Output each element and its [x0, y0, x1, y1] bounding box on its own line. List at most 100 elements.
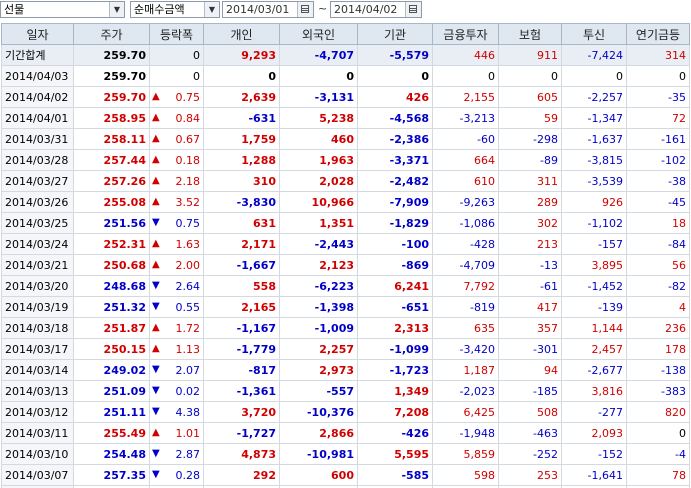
pension-fund-cell: -45 [626, 191, 690, 213]
column-header[interactable]: 주가 [73, 23, 150, 45]
table-row[interactable]: 2014/03/12 251.11 ▼ 4.38 3,720 -10,376 7,208 6,… [1, 401, 690, 423]
table-row[interactable]: 2014/03/21 250.68 ▲ 2.00 -1,667 2,123 -869 -4,7… [1, 254, 690, 276]
table-row[interactable]: 2014/03/19 251.32 ▼ 0.55 2,165 -1,398 -651 -819… [1, 296, 690, 318]
table-row[interactable]: 2014/03/26 255.08 ▲ 3.52 -3,830 10,966 -7,909-… [1, 191, 690, 213]
column-header[interactable]: 등락폭 [149, 23, 204, 45]
change-cell: ▲ 1.13 [149, 338, 204, 360]
table-row[interactable]: 기간합계 259.70 0 9,293 -4,707 -5,579 446 911 -7,424… [1, 44, 690, 66]
foreign-cell: 2,123 [279, 254, 358, 276]
financial-investment-cell: 664 [432, 149, 499, 171]
calendar-icon[interactable] [297, 2, 313, 17]
change-value: 2.64 [175, 279, 201, 293]
change-value: 3.52 [175, 195, 201, 209]
pension-fund-cell: -35 [626, 86, 690, 108]
table-row[interactable]: 2014/03/24 252.31 ▲ 1.63 2,171 -2,443 -100 -428… [1, 233, 690, 255]
financial-investment-cell: -3,420 [432, 338, 499, 360]
price-cell: 258.95 [73, 107, 150, 129]
change-value: 1.63 [175, 237, 201, 251]
table-row[interactable]: 2014/03/25 251.56 ▼ 0.75 631 1,351 -1,829 -1,08… [1, 212, 690, 234]
pension-fund-cell: -4 [626, 443, 690, 465]
column-header[interactable]: 개인 [203, 23, 280, 45]
insurance-cell: 311 [498, 170, 562, 192]
table-row[interactable]: 2014/03/28 257.44 ▲ 0.18 1,288 1,963 -3,371 664… [1, 149, 690, 171]
investment-trust-cell: -1,347 [561, 107, 627, 129]
institution-cell: 0 [357, 65, 433, 87]
institution-cell: -869 [357, 254, 433, 276]
table-row[interactable]: 2014/03/07 257.35 ▼ 0.28 292 600 -585 598 253 -1,… [1, 464, 690, 486]
column-header[interactable]: 투신 [561, 23, 627, 45]
individual-cell: -817 [203, 359, 280, 381]
column-header[interactable]: 일자 [1, 23, 74, 45]
foreign-cell: 600 [279, 464, 358, 486]
change-value: 1.01 [175, 426, 201, 440]
calendar-icon[interactable] [405, 2, 421, 17]
date-to-field[interactable]: 2014/04/02 [330, 1, 422, 18]
column-header[interactable]: 기관 [357, 23, 433, 45]
price-cell: 257.26 [73, 170, 150, 192]
change-value: 0.84 [175, 111, 201, 125]
date-cell: 2014/03/27 [1, 170, 74, 192]
table-row[interactable]: 2014/04/02 259.70 ▲ 0.75 2,639 -3,131 426 2,155… [1, 86, 690, 108]
table-row[interactable]: 2014/03/14 249.02 ▼ 2.07 -817 2,973 -1,723 1,18… [1, 359, 690, 381]
insurance-cell: -61 [498, 275, 562, 297]
institution-cell: 2,313 [357, 317, 433, 339]
chevron-down-icon[interactable]: ▼ [109, 2, 124, 17]
individual-cell: 0 [203, 65, 280, 87]
change-value: 0.55 [175, 300, 201, 314]
column-header[interactable]: 보험 [498, 23, 562, 45]
column-header[interactable]: 금융투자 [432, 23, 499, 45]
individual-cell: 631 [203, 212, 280, 234]
financial-investment-cell: -9,263 [432, 191, 499, 213]
change-cell: ▲ 1.63 [149, 233, 204, 255]
type-select[interactable]: 순매수금액 ▼ [130, 1, 220, 18]
table-row[interactable]: 2014/03/27 257.26 ▲ 2.18 310 2,028 -2,482 610 31… [1, 170, 690, 192]
table-row[interactable]: 2014/04/01 258.95 ▲ 0.84 -631 5,238 -4,568 -3,2… [1, 107, 690, 129]
investment-trust-cell: -1,637 [561, 128, 627, 150]
date-from-field[interactable]: 2014/03/01 [222, 1, 314, 18]
investment-trust-cell: 3,895 [561, 254, 627, 276]
price-cell: 259.70 [73, 65, 150, 87]
market-select[interactable]: 선물 ▼ [0, 1, 125, 18]
column-header[interactable]: 연기금등 [626, 23, 690, 45]
institution-cell: 6,241 [357, 275, 433, 297]
change-cell: ▲ 0.84 [149, 107, 204, 129]
date-cell: 2014/04/03 [1, 65, 74, 87]
change-cell: 0 [149, 65, 204, 87]
change-cell: ▼ 2.64 [149, 275, 204, 297]
table-row[interactable]: 2014/03/20 248.68 ▼ 2.64 558 -6,223 6,241 7,792… [1, 275, 690, 297]
institution-cell: -2,482 [357, 170, 433, 192]
individual-cell: 2,165 [203, 296, 280, 318]
table-row[interactable]: 2014/03/17 250.15 ▲ 1.13 -1,779 2,257 -1,099 -3… [1, 338, 690, 360]
change-cell: ▼ 2.87 [149, 443, 204, 465]
table-row[interactable]: 2014/04/03 259.70 0 0 0 0 0 0 0 0 [1, 65, 690, 87]
individual-cell: -1,779 [203, 338, 280, 360]
individual-cell: -1,167 [203, 317, 280, 339]
pension-fund-cell: -82 [626, 275, 690, 297]
date-cell: 2014/03/20 [1, 275, 74, 297]
pension-fund-cell: -38 [626, 170, 690, 192]
table-row[interactable]: 2014/03/13 251.09 ▼ 0.02 -1,361 -557 1,349 -2,0… [1, 380, 690, 402]
table-row[interactable]: 2014/03/11 255.49 ▲ 1.01 -1,727 2,866 -426 -1,9… [1, 422, 690, 444]
table-row[interactable]: 2014/03/18 251.87 ▲ 1.72 -1,167 -1,009 2,313 63… [1, 317, 690, 339]
financial-investment-cell: -1,086 [432, 212, 499, 234]
change-value: 2.87 [175, 447, 201, 461]
change-cell: ▲ 3.52 [149, 191, 204, 213]
investment-trust-cell: -1,641 [561, 464, 627, 486]
column-header[interactable]: 외국인 [279, 23, 358, 45]
price-cell: 251.56 [73, 212, 150, 234]
table-row[interactable]: 2014/03/10 254.48 ▼ 2.87 4,873 -10,981 5,595 5,… [1, 443, 690, 465]
investor-table-container[interactable]: 일자 주가 등락폭 개인 외국인 기관 금융투자 보험 투신 연기금등 기간합계 259.70 0 9,… [1, 23, 690, 488]
table-header-row: 일자 주가 등락폭 개인 외국인 기관 금융투자 보험 투신 연기금등 [1, 23, 690, 45]
chevron-down-icon[interactable]: ▼ [204, 2, 219, 17]
institution-cell: -100 [357, 233, 433, 255]
foreign-cell: 2,973 [279, 359, 358, 381]
price-cell: 257.44 [73, 149, 150, 171]
table-row[interactable]: 2014/03/31 258.11 ▲ 0.67 1,759 460 -2,386 -60 -2… [1, 128, 690, 150]
insurance-cell: 357 [498, 317, 562, 339]
change-cell: ▲ 1.72 [149, 317, 204, 339]
financial-investment-cell: 598 [432, 464, 499, 486]
change-value: 0 [193, 48, 200, 62]
insurance-cell: -301 [498, 338, 562, 360]
financial-investment-cell: 6,425 [432, 401, 499, 423]
institution-cell: -585 [357, 464, 433, 486]
